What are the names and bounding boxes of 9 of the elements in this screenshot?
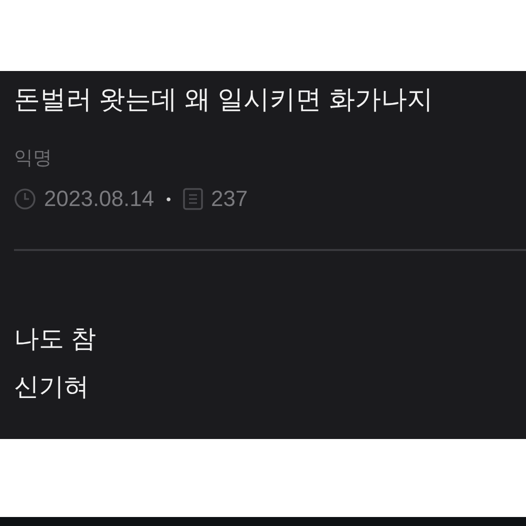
document-icon <box>183 188 204 210</box>
post-date: 2023.08.14 <box>44 185 154 213</box>
clock-icon <box>14 188 36 210</box>
view-count: 237 <box>211 185 248 213</box>
body-text-line: 신기혀 <box>14 372 89 403</box>
body-text-line: 나도 참 <box>14 324 96 355</box>
author-name: 익명 <box>14 147 52 171</box>
separator-dot: • <box>166 190 172 209</box>
post-title: 돈벌러 왓는데 왜 일시키면 화가나지 <box>14 83 433 115</box>
